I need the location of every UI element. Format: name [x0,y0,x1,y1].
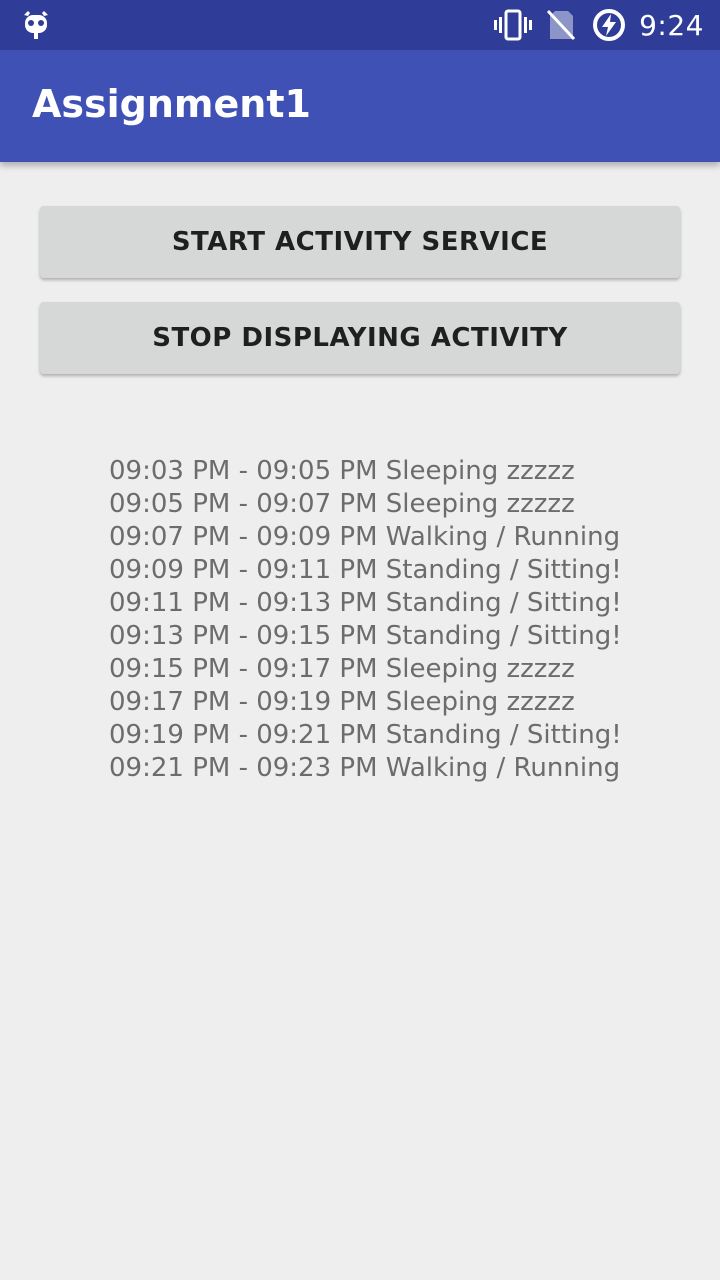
activity-log-item: 09:15 PM - 09:17 PM Sleeping zzzzz [109,654,575,684]
activity-log-item: 09:07 PM - 09:09 PM Walking / Running [109,522,621,552]
app-bar: Assignment1 [0,50,720,162]
vibrate-icon [493,5,533,45]
activity-log-item: 09:11 PM - 09:13 PM Standing / Sitting! [109,588,622,618]
activity-log-item: 09:19 PM - 09:21 PM Standing / Sitting! [109,720,622,750]
stop-displaying-activity-label: STOP DISPLAYING ACTIVITY [152,323,568,353]
status-bar: 9:24 [0,0,720,50]
cyanogen-bugdroid-icon [20,9,52,41]
stop-displaying-activity-button[interactable]: STOP DISPLAYING ACTIVITY [40,302,680,374]
app-title: Assignment1 [32,82,311,126]
start-activity-service-label: START ACTIVITY SERVICE [171,227,549,257]
activity-log-item: 09:21 PM - 09:23 PM Walking / Running [109,753,621,783]
activity-log-item: 09:03 PM - 09:05 PM Sleeping zzzzz [109,456,575,486]
start-activity-service-button[interactable]: START ACTIVITY SERVICE [40,206,680,278]
activity-log-item: 09:09 PM - 09:11 PM Standing / Sitting! [109,555,622,585]
battery-charging-icon [589,5,629,45]
activity-log-item: 09:05 PM - 09:07 PM Sleeping zzzzz [109,489,575,519]
no-sim-icon [541,5,581,45]
activity-log-item: 09:13 PM - 09:15 PM Standing / Sitting! [109,621,622,651]
status-icons: 9:24 [485,0,704,50]
activity-log-item: 09:17 PM - 09:19 PM Sleeping zzzzz [109,687,575,717]
activity-log-list: 09:03 PM - 09:05 PM Sleeping zzzzz 09:05… [109,455,622,785]
status-time: 9:24 [639,8,704,42]
